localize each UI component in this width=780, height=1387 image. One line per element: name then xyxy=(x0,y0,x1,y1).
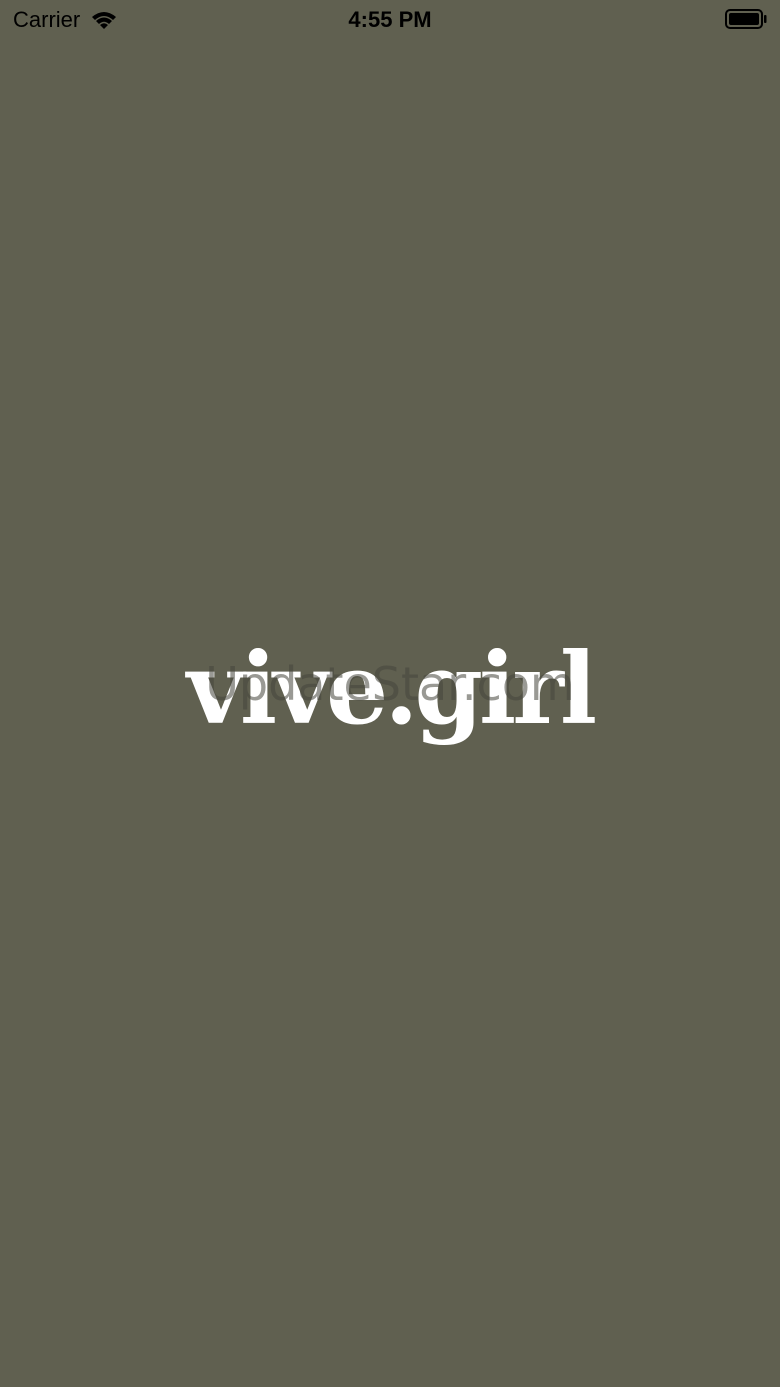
battery-icon xyxy=(725,9,767,29)
app-logo: vive.girl xyxy=(186,632,597,747)
status-bar: Carrier 4:55 PM xyxy=(0,0,780,40)
splash-logo-area: vive.girl xyxy=(0,620,780,760)
status-time: 4:55 PM xyxy=(348,7,432,32)
